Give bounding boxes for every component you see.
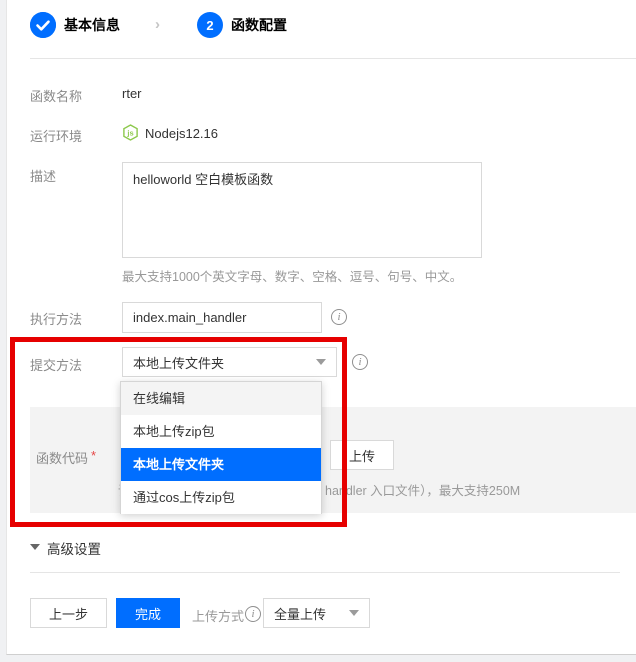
page: 基本信息 › 2 函数配置 函数名称 rter 运行环境 js Nodejs12… — [0, 0, 636, 662]
runtime-value: Nodejs12.16 — [145, 126, 218, 141]
description-hint: 最大支持1000个英文字母、数字、空格、逗号、句号、中文。 — [122, 266, 462, 285]
handler-input[interactable]: index.main_handler — [122, 302, 322, 333]
submit-method-info-icon[interactable]: i — [352, 354, 368, 370]
svg-text:js: js — [126, 128, 133, 137]
upload-mode-label: 上传方式 — [192, 606, 244, 625]
dropdown-option-local-folder[interactable]: 本地上传文件夹 — [121, 448, 321, 481]
chevron-down-icon — [349, 610, 359, 616]
dropdown-option-local-zip[interactable]: 本地上传zip包 — [121, 415, 321, 448]
caret-down-icon — [30, 544, 40, 550]
step2-number-badge: 2 — [197, 12, 223, 38]
function-code-label-row: 函数代码 * — [36, 448, 96, 467]
nodejs-icon: js — [122, 124, 139, 141]
function-name-value: rter — [122, 86, 142, 101]
runtime-label: 运行环境 — [30, 126, 82, 145]
description-textarea[interactable]: helloworld 空白模板函数 — [122, 162, 482, 258]
step2-label: 函数配置 — [231, 12, 287, 38]
advanced-settings-label: 高级设置 — [47, 538, 101, 558]
code-hint-text: handler 入口文件），最大支持250M — [325, 480, 520, 499]
dropdown-option-cos-zip[interactable]: 通过cos上传zip包 — [121, 481, 321, 514]
handler-info-icon[interactable]: i — [331, 309, 347, 325]
upload-button[interactable]: 上传 — [330, 440, 394, 470]
finish-button[interactable]: 完成 — [116, 598, 180, 628]
submit-method-select[interactable]: 本地上传文件夹 — [122, 347, 337, 377]
submit-method-value: 本地上传文件夹 — [133, 353, 224, 372]
required-asterisk: * — [91, 448, 96, 467]
upload-mode-info-icon[interactable]: i — [245, 606, 261, 622]
advanced-settings-toggle[interactable]: 高级设置 — [30, 538, 101, 558]
handler-label: 执行方法 — [30, 309, 82, 328]
previous-step-button[interactable]: 上一步 — [30, 598, 107, 628]
upload-mode-select[interactable]: 全量上传 — [263, 598, 370, 628]
chevron-down-icon — [316, 359, 326, 365]
function-name-label: 函数名称 — [30, 86, 82, 105]
check-icon — [30, 12, 56, 38]
function-code-label: 函数代码 — [36, 448, 88, 467]
submit-method-label: 提交方法 — [30, 355, 82, 374]
step1-done-icon — [30, 12, 56, 38]
header-divider — [30, 58, 636, 59]
upload-mode-value: 全量上传 — [274, 604, 326, 623]
submit-method-dropdown: 在线编辑 本地上传zip包 本地上传文件夹 通过cos上传zip包 — [120, 381, 322, 514]
step1-label[interactable]: 基本信息 — [64, 12, 120, 38]
description-label: 描述 — [30, 166, 56, 185]
chevron-right-icon: › — [155, 12, 160, 38]
footer-divider — [30, 572, 620, 573]
dropdown-option-online-edit[interactable]: 在线编辑 — [121, 382, 321, 415]
